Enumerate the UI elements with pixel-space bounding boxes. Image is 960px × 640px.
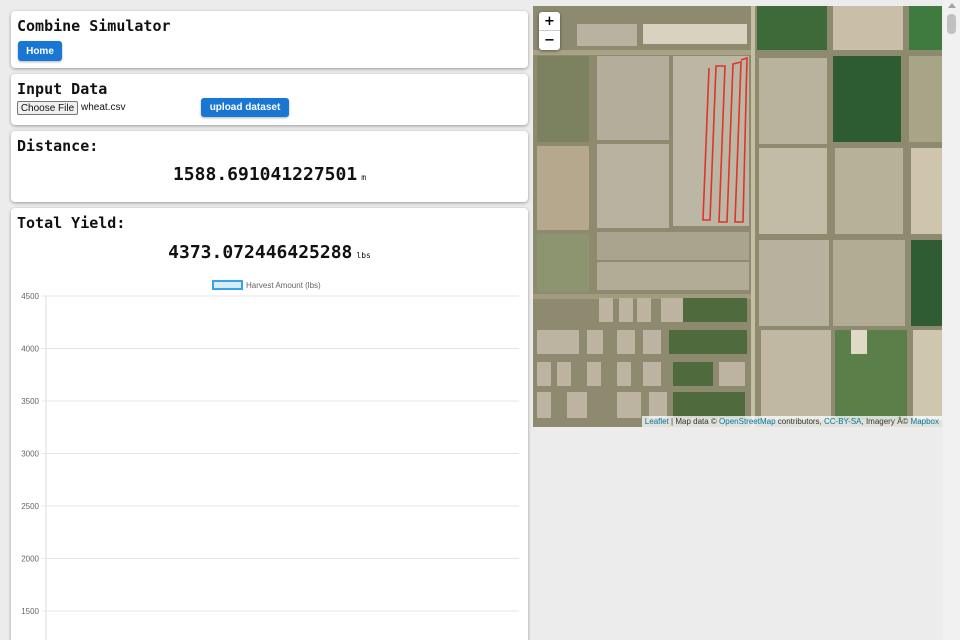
map-field	[835, 330, 907, 420]
satellite-map[interactable]: + − Leaflet | Map data © OpenStreetMap c…	[533, 6, 942, 427]
input-data-heading: Input Data	[17, 80, 108, 98]
map-field	[911, 148, 942, 234]
app-title: Combine Simulator	[17, 17, 171, 35]
chart-legend[interactable]: Harvest Amount (lbs)	[212, 280, 321, 290]
map-field	[851, 330, 867, 354]
distance-unit: m	[361, 173, 367, 182]
input-data-card: Input Data Choose File wheat.csv upload …	[11, 74, 528, 125]
y-tick-label: 3500	[21, 397, 39, 406]
map-field	[913, 330, 942, 420]
choose-file-button[interactable]: Choose File	[17, 101, 78, 115]
harvest-chart: Harvest Amount (lbs) 4500 4000 3500 3000 250…	[21, 280, 519, 640]
map-field	[537, 146, 589, 230]
map-field	[833, 240, 905, 326]
map-field	[537, 234, 589, 292]
upload-dataset-button[interactable]: upload dataset	[201, 98, 289, 117]
selected-file-name: wheat.csv	[81, 102, 126, 113]
license-link[interactable]: CC-BY-SA	[824, 417, 862, 426]
map-field	[597, 232, 749, 260]
y-tick-label: 2500	[21, 502, 39, 511]
mapbox-link[interactable]: Mapbox	[911, 417, 939, 426]
y-tick-label: 3000	[21, 450, 39, 459]
distance-value: 1588.691041227501	[172, 164, 358, 185]
map-field	[597, 262, 749, 290]
total-yield-readout: 4373.072446425288 lbs	[11, 242, 528, 263]
header-card: Combine Simulator Home	[11, 11, 528, 68]
map-field	[761, 330, 831, 420]
map-attribution: Leaflet | Map data © OpenStreetMap contr…	[641, 416, 942, 427]
map-field	[757, 6, 827, 50]
chart-grid	[42, 295, 519, 612]
distance-heading: Distance:	[17, 137, 99, 155]
total-yield-unit: lbs	[356, 251, 371, 260]
map-field	[577, 24, 637, 46]
map-field	[643, 24, 747, 44]
map-field	[759, 240, 829, 326]
map-field	[833, 56, 901, 142]
map-field	[597, 56, 669, 140]
zoom-control: + −	[539, 12, 560, 50]
map-field	[833, 6, 903, 50]
map-field	[835, 148, 903, 234]
y-tick-label: 4500	[21, 292, 39, 301]
y-tick-label: 1500	[21, 607, 39, 616]
map-road	[751, 6, 755, 427]
leaflet-link[interactable]: Leaflet	[645, 417, 669, 426]
total-yield-value: 4373.072446425288	[168, 242, 353, 263]
distance-readout: 1588.691041227501 m	[11, 164, 528, 185]
total-yield-card: Total Yield: 4373.072446425288 lbs Harves…	[11, 208, 528, 640]
map-field	[909, 6, 942, 50]
home-button[interactable]: Home	[18, 41, 62, 61]
legend-label: Harvest Amount (lbs)	[246, 281, 321, 290]
legend-swatch	[212, 280, 243, 290]
map-field	[759, 58, 827, 144]
y-axis-ticks: 4500 4000 3500 3000 2500 2000 1500	[21, 292, 39, 616]
map-field	[759, 148, 827, 234]
scroll-thumb[interactable]	[947, 14, 956, 34]
zoom-in-button[interactable]: +	[539, 12, 560, 31]
map-field	[909, 56, 942, 142]
map-road	[533, 50, 751, 55]
map-field	[537, 56, 589, 142]
map-field	[597, 144, 669, 228]
distance-card: Distance: 1588.691041227501 m	[11, 131, 528, 202]
map-imagery	[533, 6, 942, 427]
y-tick-label: 2000	[21, 555, 39, 564]
map-field	[911, 240, 942, 326]
scroll-up-arrow-icon[interactable]	[948, 3, 956, 8]
openstreetmap-link[interactable]: OpenStreetMap	[719, 417, 775, 426]
page-scrollbar[interactable]	[943, 0, 960, 640]
zoom-out-button[interactable]: −	[539, 31, 560, 50]
total-yield-heading: Total Yield:	[17, 214, 126, 232]
y-tick-label: 4000	[21, 345, 39, 354]
